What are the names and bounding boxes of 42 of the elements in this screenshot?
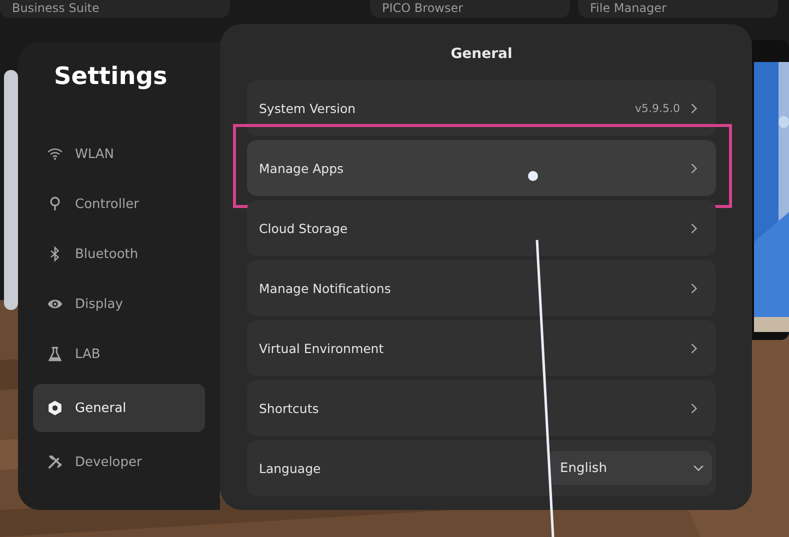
page-title: General xyxy=(450,46,514,62)
settings-row[interactable]: Language English xyxy=(247,440,716,496)
settings-row[interactable]: Shortcuts xyxy=(247,380,716,436)
sidebar-item[interactable]: Bluetooth xyxy=(33,234,205,274)
sidebar-item[interactable]: Controller xyxy=(33,184,205,224)
sidebar-item[interactable]: Display xyxy=(33,284,205,324)
controller-icon xyxy=(47,196,63,212)
app-window[interactable]: Business Suite xyxy=(0,0,230,18)
settings-row[interactable]: Manage Notifications xyxy=(247,260,716,316)
chevron-down-icon xyxy=(693,464,704,472)
sidebar-item[interactable]: General xyxy=(33,384,205,432)
settings-title: Settings xyxy=(53,62,168,92)
tools-icon xyxy=(47,454,63,470)
app-window[interactable]: File Manager xyxy=(578,0,778,18)
sidebar-item[interactable]: WLAN xyxy=(33,134,205,174)
settings-row[interactable]: Virtual Environment xyxy=(247,320,716,376)
language-dropdown[interactable]: English xyxy=(548,451,712,485)
sidebar-item[interactable]: LAB xyxy=(33,334,205,374)
settings-row[interactable]: Cloud Storage xyxy=(247,200,716,256)
row-label: Manage Notifications xyxy=(259,280,391,296)
wifi-icon xyxy=(47,146,63,162)
row-label: Cloud Storage xyxy=(259,220,348,236)
app-window[interactable]: PICO Browser xyxy=(370,0,570,18)
window-title: PICO Browser xyxy=(382,1,464,15)
window-title: File Manager xyxy=(590,1,666,15)
row-label: Shortcuts xyxy=(259,400,319,416)
flask-icon xyxy=(47,346,63,362)
window-title: Business Suite xyxy=(12,1,100,15)
chevron-right-icon xyxy=(690,402,698,414)
chevron-right-icon xyxy=(690,342,698,354)
row-label: Manage Apps xyxy=(259,160,344,176)
chevron-right-icon xyxy=(690,162,698,174)
hexagon-gear-icon xyxy=(47,400,63,416)
chevron-right-icon xyxy=(690,222,698,234)
version-value: v5.9.5.0 xyxy=(635,102,680,114)
chevron-right-icon xyxy=(690,282,698,294)
settings-row[interactable]: System Version v5.9.5.0 xyxy=(247,80,716,136)
chevron-right-icon xyxy=(690,102,698,114)
row-label: System Version xyxy=(259,100,356,116)
row-label: Language xyxy=(259,460,321,476)
row-label: Virtual Environment xyxy=(259,340,384,356)
sidebar-item[interactable]: Developer xyxy=(33,442,205,482)
